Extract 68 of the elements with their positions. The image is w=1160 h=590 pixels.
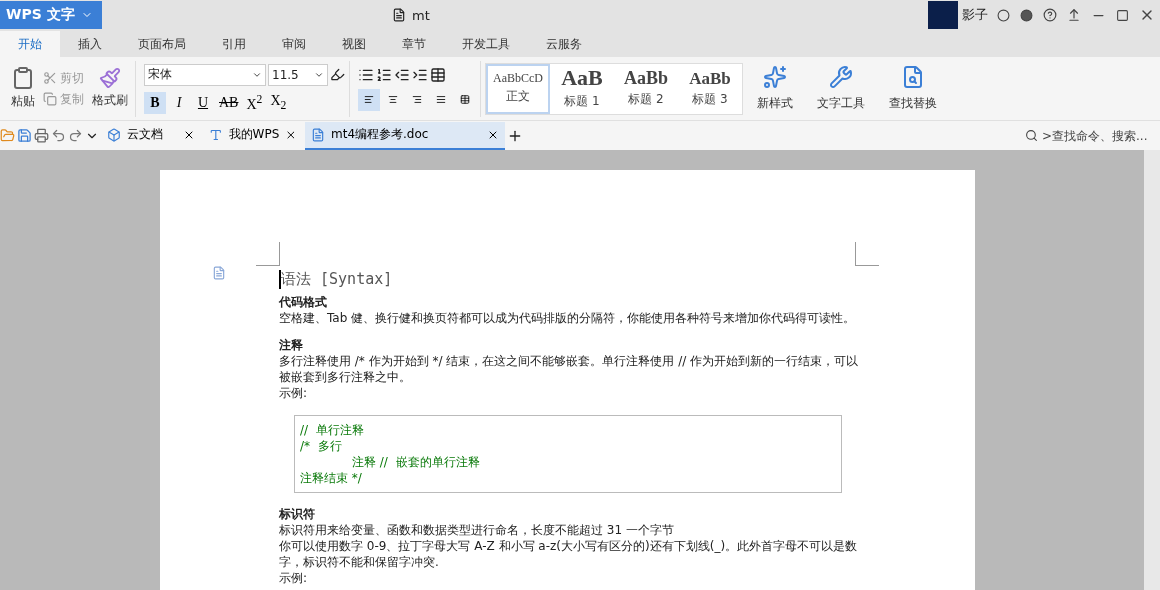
paste-button[interactable]: 粘贴 bbox=[8, 92, 38, 111]
clear-format-icon[interactable] bbox=[330, 67, 345, 82]
code-block: // 单行注释 /* 多行 注释 // 嵌套的单行注释 注释结束 */ bbox=[294, 415, 842, 493]
ribbon-tab[interactable]: 插入 bbox=[60, 31, 120, 57]
font-size-field[interactable]: 11.5 bbox=[268, 63, 328, 86]
document-tab[interactable]: mt4编程参考.doc bbox=[305, 121, 505, 150]
section-heading: 代码格式 bbox=[279, 295, 328, 310]
section-heading: 注释 bbox=[279, 338, 304, 353]
tab-icon bbox=[209, 127, 223, 142]
undo-icon[interactable] bbox=[51, 128, 66, 143]
app-menu-button[interactable]: WPS 文字 bbox=[0, 1, 102, 29]
page-corner-mark bbox=[256, 242, 280, 266]
paintbrush-icon[interactable] bbox=[99, 67, 121, 89]
scissors-icon bbox=[43, 71, 57, 85]
tool-icon bbox=[829, 65, 853, 89]
ribbon-tab[interactable]: 章节 bbox=[384, 31, 444, 57]
search-icon bbox=[1025, 129, 1038, 142]
paragraph: 空格建、Tab 健、换行健和换页符都可以成为代码排版的分隔符，你能使用各种符号来增加你代码得可读性。 bbox=[279, 310, 857, 326]
paragraph: 示例: bbox=[279, 385, 309, 401]
font-name-field[interactable]: 宋体 bbox=[144, 63, 266, 86]
format-button[interactable]: AB bbox=[216, 91, 242, 114]
format-button[interactable]: X$^{2}$ bbox=[243, 91, 266, 114]
document-title: 语法 [Syntax] bbox=[279, 270, 861, 289]
ribbon-tab[interactable]: 引用 bbox=[204, 31, 264, 57]
numbered-list-icon[interactable] bbox=[376, 66, 392, 83]
close-icon[interactable] bbox=[285, 128, 297, 141]
document-icon bbox=[212, 266, 226, 280]
table-icon[interactable] bbox=[430, 66, 446, 83]
document-icon bbox=[392, 8, 406, 22]
format-button[interactable]: I bbox=[168, 91, 190, 114]
window-title: mt bbox=[412, 7, 430, 23]
ribbon-tab[interactable]: 视图 bbox=[324, 31, 384, 57]
format-button[interactable]: B bbox=[144, 91, 166, 114]
ribbon-tab[interactable]: 审阅 bbox=[264, 31, 324, 57]
paste-icon[interactable] bbox=[11, 66, 35, 90]
paragraph: 示例: bbox=[279, 570, 309, 586]
user-name[interactable]: 影子 bbox=[958, 6, 992, 24]
command-search-field[interactable]: >查找命令、搜索... bbox=[1019, 128, 1160, 143]
ribbon-tab[interactable]: 开发工具 bbox=[444, 31, 528, 57]
section-heading: 标识符 bbox=[279, 507, 316, 522]
document-tab[interactable]: 云文档 bbox=[101, 121, 201, 150]
ribbon-tab[interactable]: 开始 bbox=[0, 31, 60, 57]
page-corner-mark bbox=[855, 242, 879, 266]
paragraph: 多行注释使用 /* 作为开始到 */ 结束，在这之间不能够嵌套。单行注释使用 // 作为开始到新的一行结束，可以被嵌套到多行注释之中。 bbox=[279, 353, 860, 385]
paragraph: 标识符用来给变量、函数和数据类型进行命名，长度不能超过 31 一个字节 bbox=[279, 522, 675, 538]
copy-icon bbox=[43, 92, 57, 106]
avatar-picture bbox=[928, 1, 958, 29]
align-button[interactable] bbox=[358, 88, 380, 111]
format-button[interactable]: X$_{2}$ bbox=[267, 91, 290, 114]
ribbon-tab[interactable]: 页面布局 bbox=[120, 31, 204, 57]
tab-icon bbox=[107, 127, 121, 142]
document-tab[interactable]: 我的WPS bbox=[203, 121, 303, 150]
format-painter-button[interactable]: 格式刷 bbox=[89, 91, 131, 110]
tool-button[interactable]: 文字工具 bbox=[807, 65, 875, 112]
paragraph: 你可以使用数字 0-9、拉丁字母大写 A-Z 和小写 a-z(大小写有区分的)还有下划线(_)。此外首字母不可以是数字，标识符不能和保留字冲突. bbox=[279, 538, 859, 570]
tool-icon bbox=[901, 65, 925, 89]
format-button[interactable]: U bbox=[192, 91, 214, 114]
style-preset[interactable]: AaBbCcD 正文 bbox=[486, 63, 550, 114]
ribbon-tab[interactable]: 云服务 bbox=[528, 31, 600, 57]
tool-button[interactable]: 查找替换 bbox=[879, 65, 947, 112]
align-icon bbox=[460, 92, 470, 107]
print-icon[interactable] bbox=[34, 128, 49, 143]
tool-icon bbox=[763, 65, 787, 89]
save-icon[interactable] bbox=[17, 128, 32, 143]
tab-icon bbox=[311, 127, 325, 142]
redo-icon[interactable] bbox=[68, 128, 83, 143]
tool-button[interactable]: 新样式 bbox=[747, 65, 803, 112]
scrollbar[interactable] bbox=[1144, 150, 1160, 590]
